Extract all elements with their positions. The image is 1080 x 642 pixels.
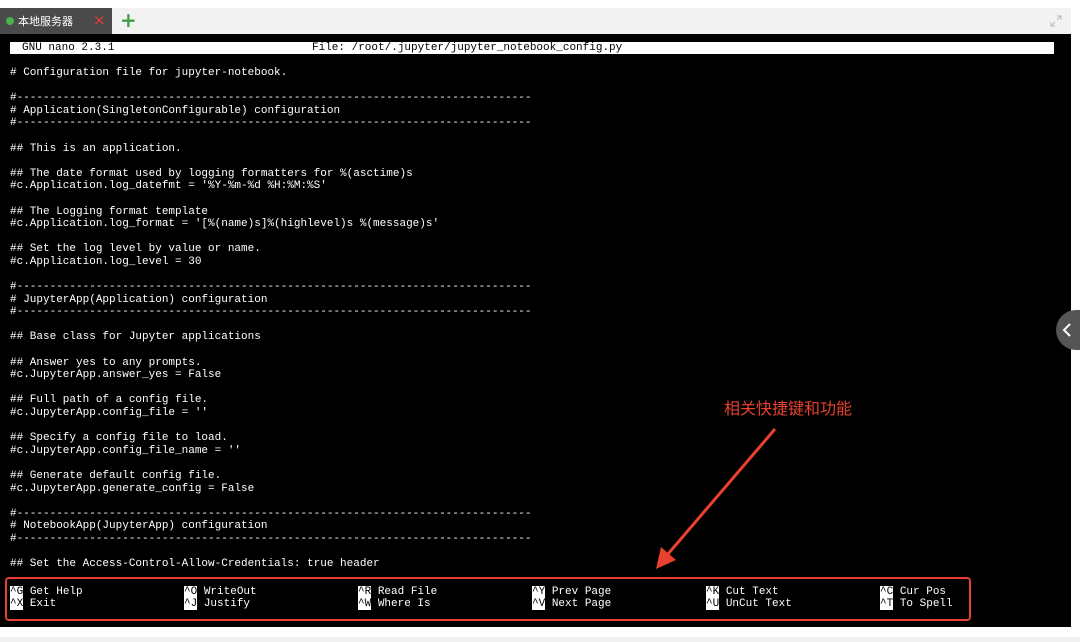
- expand-icon[interactable]: [1050, 15, 1062, 27]
- code-line: #---------------------------------------…: [10, 306, 532, 319]
- code-line: ## The Logging format template: [10, 205, 209, 218]
- footer-strip: [0, 637, 1080, 642]
- nano-title-bar: GNU nano 2.3.1 File: /root/.jupyter/jupy…: [10, 42, 1054, 54]
- code-line: #---------------------------------------…: [10, 507, 532, 520]
- code-line: #c.Application.log_datefmt = '%Y-%m-%d %…: [10, 180, 327, 193]
- tab-title: 本地服务器: [18, 15, 73, 28]
- side-panel-toggle[interactable]: [1056, 310, 1080, 350]
- code-line: ## Generate default config file.: [10, 470, 222, 482]
- code-line: #---------------------------------------…: [10, 92, 532, 105]
- file-content[interactable]: # Configuration file for jupyter-noteboo…: [10, 67, 1050, 571]
- nano-version: GNU nano 2.3.1: [22, 42, 115, 54]
- code-line: #---------------------------------------…: [10, 117, 532, 130]
- code-line: #---------------------------------------…: [10, 281, 532, 294]
- terminal-window[interactable]: GNU nano 2.3.1 File: /root/.jupyter/jupy…: [0, 34, 1071, 627]
- close-icon[interactable]: ×: [93, 11, 106, 29]
- code-line: #c.JupyterApp.config_file_name = '': [10, 444, 242, 457]
- code-line: ## This is an application.: [10, 142, 182, 155]
- code-line: #---------------------------------------…: [10, 532, 532, 545]
- shortcut-highlight-box: [5, 577, 971, 621]
- annotation-label: 相关快捷键和功能: [724, 399, 853, 418]
- chevron-left-icon: [1062, 323, 1071, 337]
- add-tab-icon[interactable]: +: [120, 9, 137, 31]
- code-line: #c.Application.log_format = '[%(name)s]%…: [10, 218, 440, 231]
- code-line: ## Set the log level by value or name.: [10, 243, 261, 256]
- code-line: ## The date format used by logging forma…: [10, 167, 413, 180]
- code-line: ## Set the Access-Control-Allow-Credenti…: [10, 558, 380, 571]
- code-line: ## Full path of a config file.: [10, 394, 209, 407]
- code-line: # JupyterApp(Application) configuration: [10, 293, 268, 306]
- nano-file-path: File: /root/.jupyter/jupyter_notebook_co…: [312, 42, 623, 54]
- code-line: #c.Application.log_level = 30: [10, 255, 202, 268]
- tab-bar: 本地服务器 × +: [0, 8, 1071, 34]
- code-line: # Configuration file for jupyter-noteboo…: [10, 67, 288, 79]
- status-dot-icon: [6, 17, 14, 25]
- code-line: ## Specify a config file to load.: [10, 432, 228, 445]
- code-line: ## Base class for Jupyter applications: [10, 331, 261, 344]
- code-line: #c.JupyterApp.answer_yes = False: [10, 369, 222, 382]
- tab-local-server[interactable]: 本地服务器 ×: [0, 8, 112, 34]
- code-line: # Application(SingletonConfigurable) con…: [10, 104, 341, 117]
- code-line: #c.JupyterApp.generate_config = False: [10, 482, 255, 495]
- code-line: ## Answer yes to any prompts.: [10, 356, 202, 369]
- code-line: # NotebookApp(JupyterApp) configuration: [10, 520, 268, 533]
- code-line: #c.JupyterApp.config_file = '': [10, 407, 209, 420]
